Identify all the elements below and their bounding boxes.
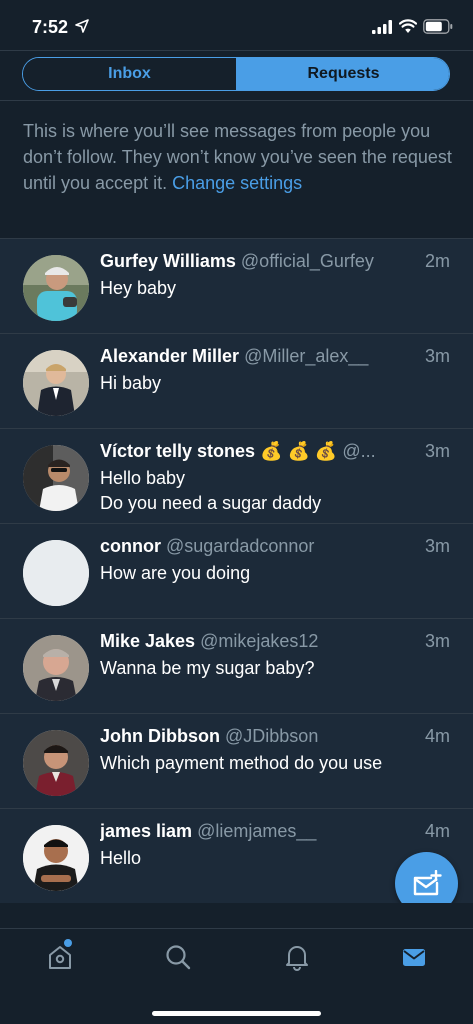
request-header: connor @sugardadconnor [100,536,400,560]
sender-handle: @liemjames__ [197,821,317,841]
request-message-preview: Hello [100,848,142,868]
wifi-icon [399,19,417,33]
notifications-icon [286,946,308,971]
request-timestamp: 3m [424,536,450,556]
message-request-list: Gurfey Williams @official_Gurfey 2m Hey … [0,238,473,903]
message-request-row[interactable]: Mike Jakes @mikejakes12 3m Wanna be my s… [0,618,473,713]
sender-name: james liam [100,821,193,841]
messages-icon [403,949,425,966]
request-message-preview: Hey baby [100,278,177,298]
avatar[interactable] [23,635,89,701]
tab-inbox[interactable]: Inbox [23,58,236,90]
header-divider [0,50,473,51]
request-timestamp: 3m [424,631,450,651]
request-message-preview: Which payment method do you use [100,753,383,773]
request-header: John Dibbson @JDibbson [100,726,400,750]
sender-name: connor [100,536,161,556]
request-header: Víctor telly stones 💰 💰 💰 @... [100,441,400,465]
sender-name: Alexander Miller [100,346,240,366]
bottom-nav [0,928,473,1024]
request-header: james liam @liemjames__ [100,821,400,845]
request-timestamp: 4m [424,726,450,746]
request-timestamp: 4m [424,821,450,841]
avatar[interactable] [23,540,89,606]
location-arrow-icon [75,19,89,33]
request-timestamp: 2m [424,251,450,271]
avatar[interactable] [23,825,89,891]
request-message-preview: Hi baby [100,373,162,393]
avatar[interactable] [23,350,89,416]
sender-name: Gurfey Williams [100,251,236,271]
sender-handle: @sugardadconnor [166,536,315,556]
sender-name: Víctor telly stones 💰 💰 💰 [100,441,338,461]
sender-handle: @official_Gurfey [240,251,374,271]
requests-info-panel: This is where you’ll see messages from p… [0,100,473,238]
avatar[interactable] [23,255,89,321]
nav-messages[interactable] [400,943,428,971]
sender-name: Mike Jakes [100,631,196,651]
message-request-row[interactable]: Víctor telly stones 💰 💰 💰 @... 3m Hello … [0,428,473,523]
request-header: Gurfey Williams @official_Gurfey [100,251,400,275]
compose-message-icon [413,869,442,895]
cellular-signal-icon [372,20,392,34]
sender-handle: @JDibbson [225,726,319,746]
sender-name: John Dibbson [100,726,220,746]
sender-handle: @mikejakes12 [200,631,319,651]
request-message-preview: Wanna be my sugar baby? [100,658,315,678]
message-request-row[interactable]: Alexander Miller @Miller_alex__ 3m Hi ba… [0,333,473,428]
request-header: Alexander Miller @Miller_alex__ [100,346,400,370]
inbox-requests-switcher: Inbox Requests [22,57,450,91]
status-bar: 7:52 [0,0,473,50]
nav-search[interactable] [164,943,192,971]
tab-requests[interactable]: Requests [236,58,449,90]
sender-handle: @Miller_alex__ [244,346,369,366]
request-message-preview: How are you doing [100,563,251,583]
battery-icon [423,19,453,34]
requests-info-text: This is where you’ll see messages from p… [23,118,453,196]
request-timestamp: 3m [424,346,450,366]
avatar[interactable] [23,445,89,511]
home-icon [49,946,71,969]
nav-notifications[interactable] [283,943,311,971]
message-request-row[interactable]: John Dibbson @JDibbson 4m Which payment … [0,713,473,808]
status-time: 7:52 [32,17,69,37]
sender-handle: @... [342,441,376,461]
home-indicator [152,1011,321,1016]
nav-home[interactable] [46,943,74,971]
new-content-dot [64,939,72,947]
message-request-row[interactable]: Gurfey Williams @official_Gurfey 2m Hey … [0,238,473,333]
change-settings-link[interactable]: Change settings [172,173,302,193]
list-bottom-spacer [0,903,473,928]
search-icon [166,945,191,970]
avatar[interactable] [23,730,89,796]
request-message-preview: Hello baby Do you need a sugar daddy [100,468,322,513]
message-request-row[interactable]: connor @sugardadconnor 3m How are you do… [0,523,473,618]
request-timestamp: 3m [424,441,450,461]
request-header: Mike Jakes @mikejakes12 [100,631,400,655]
